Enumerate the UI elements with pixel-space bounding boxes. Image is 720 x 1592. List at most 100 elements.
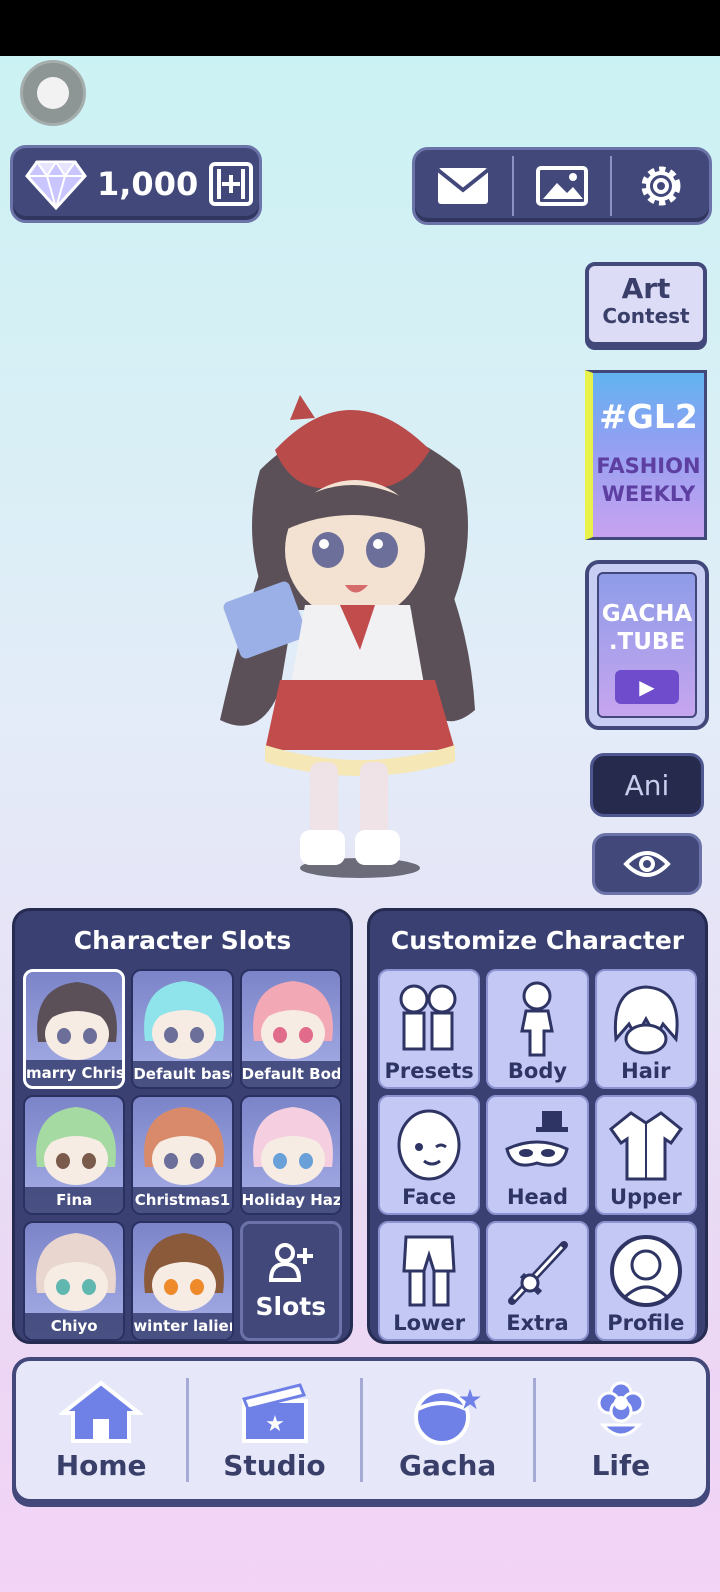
presets-label: Presets <box>384 1059 474 1083</box>
mail-button[interactable] <box>415 150 512 222</box>
top-toolbar <box>412 147 712 225</box>
sword-icon <box>508 1241 569 1305</box>
slot-name: Default Body <box>241 1061 340 1087</box>
fashion-weekly-button[interactable]: #GL2 FASHION WEEKLY <box>585 370 707 540</box>
lower-button[interactable]: Lower <box>378 1221 481 1341</box>
gear-icon <box>641 166 681 206</box>
fashion-line1: FASHION <box>596 454 701 478</box>
art-contest-line1: Art <box>621 272 671 305</box>
status-bar <box>0 0 720 56</box>
character-slot[interactable]: Default Body <box>239 969 342 1089</box>
customize-character-panel: Customize Character Presets Body Hair Fa… <box>367 908 708 1344</box>
face-button[interactable]: Face <box>378 1095 481 1215</box>
lower-label: Lower <box>393 1311 466 1335</box>
tube-line2: .TUBE <box>608 629 686 655</box>
slot-avatar <box>252 981 333 1059</box>
play-icon: ▶ <box>615 670 679 704</box>
fashion-line2: WEEKLY <box>601 482 696 506</box>
extra-label: Extra <box>506 1311 569 1335</box>
character-slot[interactable]: Christmas1 <box>131 1095 234 1215</box>
upper-label: Upper <box>609 1185 682 1209</box>
character-slot[interactable]: Chiyo <box>23 1221 126 1341</box>
shirt-icon <box>608 1111 683 1181</box>
gem-counter: 1,000 <box>10 145 262 223</box>
add-user-icon <box>268 1243 313 1282</box>
nav-studio-label: Studio <box>223 1448 326 1482</box>
presets-button[interactable]: Presets <box>378 969 481 1089</box>
character-slots-title: Character Slots <box>73 926 292 955</box>
nav-life[interactable]: Life <box>536 1361 706 1499</box>
eye-icon <box>623 851 671 877</box>
nav-life-label: Life <box>591 1448 651 1482</box>
add-slots-button[interactable]: Slots <box>239 1221 342 1341</box>
character-slot[interactable]: marry Christm <box>23 969 126 1089</box>
gacha-capsule-icon: ★ <box>413 1383 482 1445</box>
add-slots-label: Slots <box>255 1292 327 1321</box>
slot-name: Christmas1 <box>133 1187 232 1213</box>
character-preview[interactable] <box>200 390 500 895</box>
gacha-tube-button[interactable]: GACHA .TUBE ▶ <box>585 560 709 730</box>
animation-toggle-button[interactable]: Ani <box>590 753 704 817</box>
image-icon <box>536 166 588 206</box>
nav-gacha[interactable]: ★ Gacha <box>363 1361 533 1499</box>
flower-icon <box>597 1381 645 1436</box>
clapperboard-icon: ★ <box>242 1382 309 1443</box>
slot-avatar <box>144 1233 225 1311</box>
home-icon <box>59 1379 144 1443</box>
record-indicator[interactable] <box>20 60 86 126</box>
extra-button[interactable]: Extra <box>486 1221 589 1341</box>
character-slots-panel: Character Slots marry Christm Default ba… <box>12 908 353 1344</box>
nav-home[interactable]: Home <box>16 1361 186 1499</box>
profile-icon <box>609 1235 682 1307</box>
nav-studio[interactable]: ★ Studio <box>189 1361 359 1499</box>
svg-text:★: ★ <box>266 1412 286 1437</box>
character-slot[interactable]: winter lalien <box>131 1221 234 1341</box>
hair-label: Hair <box>621 1059 671 1083</box>
slot-avatar <box>36 1107 116 1185</box>
slot-avatar <box>37 982 117 1060</box>
gallery-button[interactable] <box>514 150 611 222</box>
fashion-tag: #GL2 <box>599 397 698 436</box>
slot-avatar <box>144 981 225 1059</box>
slot-name: Default base <box>133 1061 232 1087</box>
nav-gacha-label: Gacha <box>398 1448 497 1482</box>
profile-button[interactable]: Profile <box>594 1221 697 1341</box>
tube-line1: GACHA <box>601 601 693 627</box>
slot-name: marry Christm <box>26 1060 123 1086</box>
body-button[interactable]: Body <box>486 969 589 1089</box>
hair-icon <box>613 985 679 1055</box>
slot-avatar <box>252 1107 333 1185</box>
head-button[interactable]: Head <box>486 1095 589 1215</box>
character-figure <box>220 395 475 878</box>
art-contest-line2: Contest <box>602 304 690 328</box>
slot-name: winter lalien <box>133 1313 232 1339</box>
head-label: Head <box>506 1185 568 1209</box>
body-icon <box>520 981 555 1057</box>
profile-label: Profile <box>607 1311 685 1335</box>
add-gems-icon[interactable] <box>208 161 254 207</box>
character-slot[interactable]: Fina <box>23 1095 126 1215</box>
slot-name: Holiday Hazel <box>241 1187 340 1213</box>
upper-button[interactable]: Upper <box>594 1095 697 1215</box>
nav-home-label: Home <box>55 1448 147 1482</box>
hair-button[interactable]: Hair <box>594 969 697 1089</box>
settings-button[interactable] <box>612 150 709 222</box>
slot-name: Chiyo <box>25 1313 124 1339</box>
slot-avatar <box>36 1233 116 1311</box>
mail-icon <box>437 168 490 204</box>
character-slot[interactable]: Holiday Hazel <box>239 1095 342 1215</box>
customize-title: Customize Character <box>390 926 685 955</box>
presets-icon <box>399 984 457 1051</box>
character-slot[interactable]: Default base <box>131 969 234 1089</box>
art-contest-button[interactable]: Art Contest <box>585 262 707 346</box>
slot-avatar <box>144 1107 225 1185</box>
bottom-nav: Home ★ Studio ★ Gacha Life <box>12 1357 710 1503</box>
face-icon <box>397 1109 461 1181</box>
face-label: Face <box>402 1185 457 1209</box>
gem-count: 1,000 <box>97 165 199 203</box>
slot-name: Fina <box>25 1187 124 1213</box>
visibility-toggle-button[interactable] <box>592 833 702 895</box>
diamond-icon <box>25 160 87 210</box>
svg-text:★: ★ <box>457 1383 482 1416</box>
body-label: Body <box>507 1059 568 1083</box>
